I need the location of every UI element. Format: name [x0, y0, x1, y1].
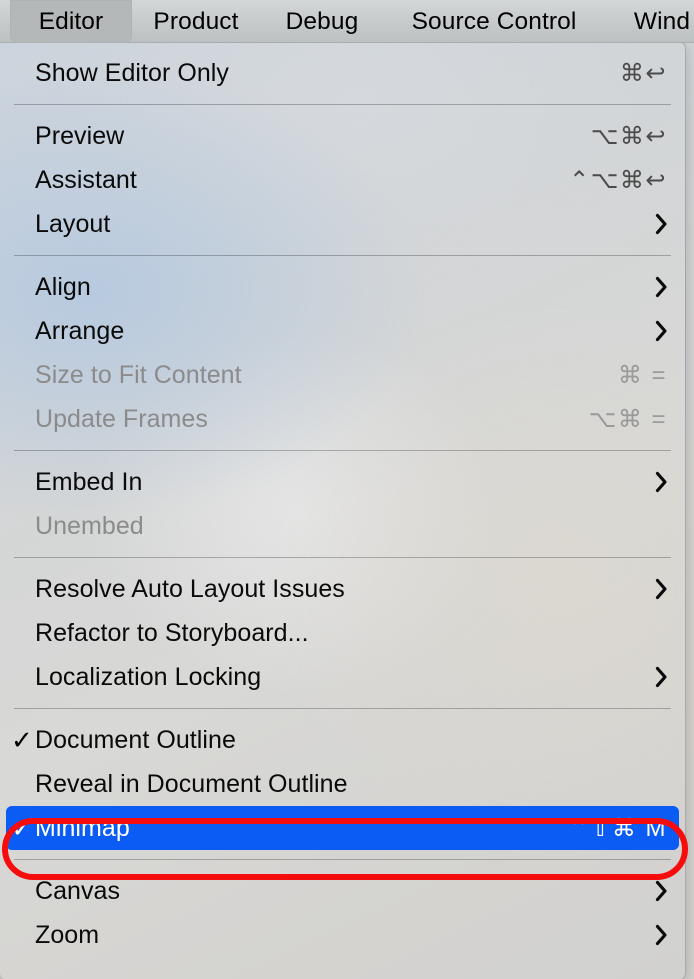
- menu-item-localization-locking[interactable]: Localization Locking: [0, 655, 685, 699]
- menu-item-label: Show Editor Only: [35, 58, 229, 87]
- menu-item-label: Align: [35, 272, 91, 301]
- menu-item-label: Refactor to Storyboard...: [35, 618, 309, 647]
- menu-item-assistant[interactable]: Assistant ⌃⌥⌘↩: [0, 158, 685, 202]
- menu-item-shortcut: ⌃⇧⌘ M: [568, 814, 667, 842]
- checkmark-icon: ✓: [11, 813, 33, 843]
- chevron-right-icon: [653, 665, 669, 689]
- chevron-right-icon: [653, 879, 669, 903]
- chevron-right-icon: [653, 275, 669, 299]
- menu-separator: [14, 104, 671, 105]
- menu-item-refactor-to-storyboard[interactable]: Refactor to Storyboard...: [0, 611, 685, 655]
- menu-item-label: Update Frames: [35, 404, 208, 433]
- menu-bar: Editor Product Debug Source Control Wind: [0, 0, 694, 43]
- menu-item-reveal-in-document-outline[interactable]: Reveal in Document Outline: [0, 762, 685, 806]
- menu-item-shortcut: ⌥⌘ =: [588, 405, 667, 433]
- menu-item-shortcut: ⌘ =: [617, 361, 667, 389]
- menu-item-label: Embed In: [35, 467, 143, 496]
- menu-item-shortcut: ⌥⌘↩: [590, 122, 667, 150]
- menu-item-shortcut: ⌃⌥⌘↩: [569, 166, 667, 194]
- menu-item-arrange[interactable]: Arrange: [0, 309, 685, 353]
- menu-item-label: Arrange: [35, 316, 125, 345]
- menu-item-label: Layout: [35, 209, 111, 238]
- menu-item-label: Preview: [35, 121, 125, 150]
- screen-root: Editor Product Debug Source Control Wind Sho…: [0, 0, 694, 979]
- chevron-right-icon: [653, 577, 669, 601]
- menu-item-show-editor-only[interactable]: Show Editor Only ⌘↩: [0, 51, 685, 95]
- menu-item-embed-in[interactable]: Embed In: [0, 460, 685, 504]
- menu-item-canvas[interactable]: Canvas: [0, 869, 685, 913]
- menu-separator: [14, 859, 671, 860]
- menu-item-label: Assistant: [35, 165, 137, 194]
- menu-separator: [14, 557, 671, 558]
- menu-item-zoom[interactable]: Zoom: [0, 913, 685, 957]
- menu-item-layout[interactable]: Layout: [0, 202, 685, 246]
- menu-separator: [14, 255, 671, 256]
- menu-item-unembed: Unembed: [0, 504, 685, 548]
- menu-item-label: Minimap: [35, 813, 130, 842]
- menubar-item-debug[interactable]: Debug: [270, 0, 374, 43]
- checkmark-icon: ✓: [11, 725, 33, 755]
- menu-item-minimap[interactable]: ✓ Minimap ⌃⇧⌘ M: [6, 806, 679, 850]
- editor-menu-panel: Show Editor Only ⌘↩ Preview ⌥⌘↩ Assistant ⌃⌥⌘…: [0, 41, 686, 979]
- menubar-item-wind[interactable]: Wind: [617, 0, 694, 43]
- menu-separator: [14, 708, 671, 709]
- chevron-right-icon: [653, 319, 669, 343]
- menu-item-label: Resolve Auto Layout Issues: [35, 574, 345, 603]
- menu-item-resolve-auto-layout-issues[interactable]: Resolve Auto Layout Issues: [0, 567, 685, 611]
- menubar-item-source-control[interactable]: Source Control: [388, 0, 600, 43]
- chevron-right-icon: [653, 470, 669, 494]
- menu-item-document-outline[interactable]: ✓ Document Outline: [0, 718, 685, 762]
- menu-item-label: Unembed: [35, 511, 144, 540]
- menu-item-label: Localization Locking: [35, 662, 262, 691]
- menu-item-label: Document Outline: [35, 725, 236, 754]
- chevron-right-icon: [653, 923, 669, 947]
- menubar-item-editor[interactable]: Editor: [10, 0, 132, 43]
- menubar-item-product[interactable]: Product: [140, 0, 252, 43]
- chevron-right-icon: [653, 212, 669, 236]
- menu-item-label: Reveal in Document Outline: [35, 769, 348, 798]
- menu-item-list: Show Editor Only ⌘↩ Preview ⌥⌘↩ Assistant ⌃⌥⌘…: [0, 42, 685, 957]
- menu-separator: [14, 450, 671, 451]
- menu-item-update-frames: Update Frames ⌥⌘ =: [0, 397, 685, 441]
- menu-item-label: Zoom: [35, 920, 100, 949]
- menu-item-label: Canvas: [35, 876, 121, 905]
- menu-item-label: Size to Fit Content: [35, 360, 242, 389]
- menu-item-preview[interactable]: Preview ⌥⌘↩: [0, 114, 685, 158]
- menu-item-size-to-fit-content: Size to Fit Content ⌘ =: [0, 353, 685, 397]
- menu-item-shortcut: ⌘↩: [619, 59, 667, 87]
- menu-item-align[interactable]: Align: [0, 265, 685, 309]
